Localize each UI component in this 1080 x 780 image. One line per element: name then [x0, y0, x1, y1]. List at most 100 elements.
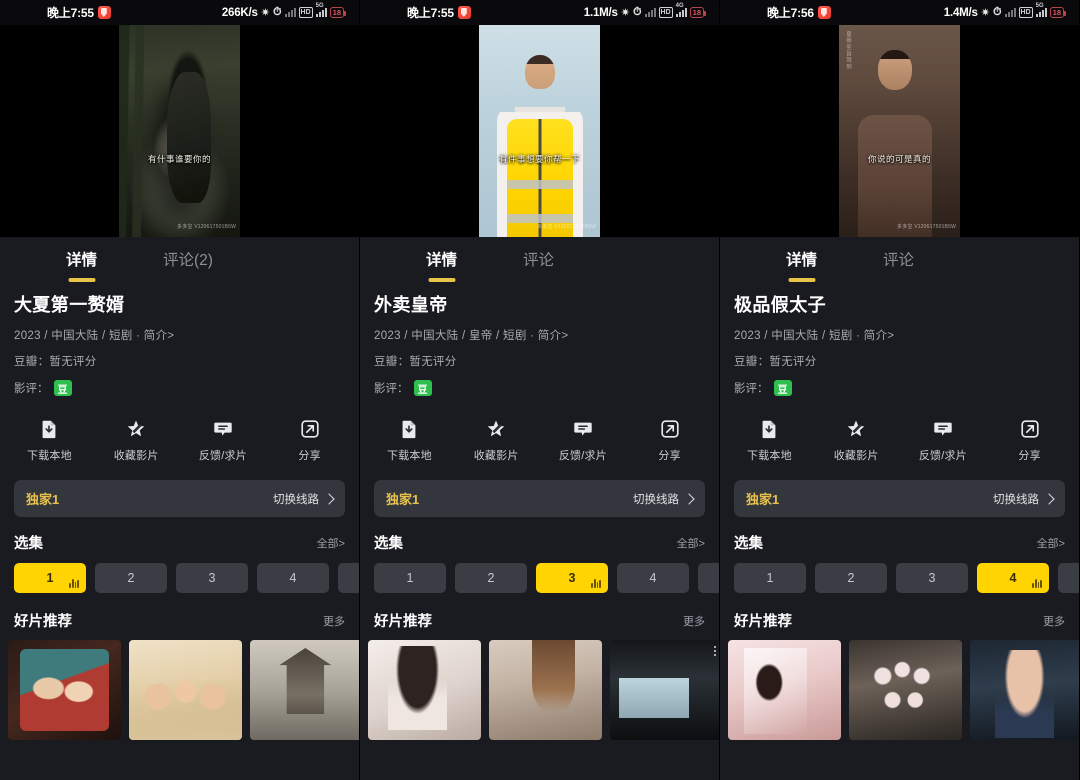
video-player[interactable]: 有件事想要你帮一下 多多宝 V120617501B5W	[479, 25, 600, 237]
movie-meta: 极品假太子 2023 / 中国大陆 / 短剧 · 简介> 豆瓣：暂无评分 影评：…	[720, 283, 1079, 396]
status-bar: 晚上7:55 1.1M/s ✷ ⏱ HD 4G 18	[360, 0, 719, 25]
signal-bars-icon	[1004, 8, 1016, 17]
episodes-all-button[interactable]: 全部>	[317, 535, 345, 551]
route-switch-bar[interactable]: 独家1 切换线路	[374, 480, 705, 517]
episode-button[interactable]: 2	[455, 563, 527, 593]
recommend-more-button[interactable]: 更多	[1043, 613, 1065, 629]
status-bar-right: 1.4M/s ✷ ⏱ HD 5G 18	[944, 3, 1070, 19]
action-star[interactable]: 收藏影片	[813, 418, 900, 463]
detail-tabs: 详情 评论	[360, 237, 719, 283]
action-star[interactable]: 收藏影片	[453, 418, 540, 463]
route-switch-bar[interactable]: 独家1 切换线路	[734, 480, 1065, 517]
episode-button[interactable]: 1	[14, 563, 86, 593]
movie-info-line[interactable]: 2023 / 中国大陆 / 短剧 · 简介>	[734, 327, 1065, 343]
action-feedback[interactable]: 反馈/求片	[180, 418, 267, 463]
recommend-card[interactable]	[250, 640, 359, 740]
recommend-card[interactable]	[129, 640, 242, 740]
recommend-list[interactable]	[720, 631, 1079, 740]
recommend-card[interactable]	[970, 640, 1079, 740]
tab-detail[interactable]: 详情	[786, 248, 817, 273]
episode-button[interactable]: 5	[1058, 563, 1079, 593]
switch-route-button[interactable]: 切换线路	[993, 491, 1055, 507]
video-player[interactable]: 皇帝圣旨驾到 你说的可是真的 多多宝 V120617501B5W	[839, 25, 960, 237]
movie-review[interactable]: 影评： 豆	[374, 380, 705, 396]
action-share[interactable]: 分享	[626, 418, 713, 463]
recommend-card[interactable]	[368, 640, 481, 740]
recommend-card[interactable]	[610, 640, 719, 740]
action-download[interactable]: 下载本地	[6, 418, 93, 463]
action-share[interactable]: 分享	[986, 418, 1073, 463]
movie-info-line[interactable]: 2023 / 中国大陆 / 皇帝 / 短剧 · 简介>	[374, 327, 705, 343]
mobile-network-icon: 5G	[1035, 3, 1047, 17]
episode-button[interactable]: 2	[815, 563, 887, 593]
tab-detail[interactable]: 详情	[66, 248, 97, 273]
episode-button[interactable]: 4	[617, 563, 689, 593]
movie-review[interactable]: 影评： 豆	[734, 380, 1065, 396]
episode-number: 1	[766, 571, 774, 585]
movie-review[interactable]: 影评： 豆	[14, 380, 345, 396]
tab-comments[interactable]: 评论(2)	[163, 248, 213, 273]
episode-list[interactable]: 1 2 3 4 5	[720, 553, 1079, 593]
movie-info-line[interactable]: 2023 / 中国大陆 / 短剧 · 简介>	[14, 327, 345, 343]
notification-app-icon	[457, 6, 471, 19]
mobile-network-icon: 4G	[675, 3, 687, 17]
episode-button[interactable]: 2	[95, 563, 167, 593]
tab-detail[interactable]: 详情	[426, 248, 457, 273]
playing-wave-icon	[69, 578, 79, 588]
recommend-more-button[interactable]: 更多	[683, 613, 705, 629]
action-share[interactable]: 分享	[266, 418, 353, 463]
share-icon	[299, 418, 321, 440]
feedback-icon	[572, 418, 594, 440]
action-download[interactable]: 下载本地	[366, 418, 453, 463]
episode-list[interactable]: 1 2 3 4 5	[360, 553, 719, 593]
movie-rating: 豆瓣：暂无评分	[734, 356, 817, 368]
movie-rating: 豆瓣：暂无评分	[374, 356, 457, 368]
route-switch-bar[interactable]: 独家1 切换线路	[14, 480, 345, 517]
status-bar-left: 晚上7:56	[729, 4, 831, 21]
episode-list[interactable]: 1 2 3 4 5	[0, 553, 359, 593]
video-stage[interactable]: 有件事想要你帮一下 多多宝 V120617501B5W	[360, 25, 719, 237]
video-watermark: 多多宝 V120617501B5W	[177, 224, 236, 230]
recommend-card[interactable]	[728, 640, 841, 740]
episodes-all-button[interactable]: 全部>	[677, 535, 705, 551]
douban-chip-icon[interactable]: 豆	[53, 380, 72, 396]
recommend-card[interactable]	[489, 640, 602, 740]
star-icon	[485, 418, 507, 440]
action-feedback[interactable]: 反馈/求片	[540, 418, 627, 463]
status-bar: 晚上7:55 266K/s ✷ ⏱ HD 5G 18	[0, 0, 359, 25]
video-stage[interactable]: 有什事谁要你的 多多宝 V120617501B5W	[0, 25, 359, 237]
video-stage[interactable]: 皇帝圣旨驾到 你说的可是真的 多多宝 V120617501B5W	[720, 25, 1079, 237]
episode-button[interactable]: 1	[374, 563, 446, 593]
download-icon	[758, 418, 780, 440]
video-player[interactable]: 有什事谁要你的 多多宝 V120617501B5W	[119, 25, 240, 237]
alarm-icon: ⏱	[992, 6, 1002, 18]
episode-button[interactable]: 4	[257, 563, 329, 593]
tab-comments[interactable]: 评论	[523, 248, 554, 273]
douban-chip-icon[interactable]: 豆	[413, 380, 432, 396]
episode-button[interactable]: 3	[176, 563, 248, 593]
episode-button[interactable]: 3	[536, 563, 608, 593]
status-bar-left: 晚上7:55	[369, 4, 471, 21]
action-label: 分享	[658, 450, 681, 462]
action-download[interactable]: 下载本地	[726, 418, 813, 463]
switch-route-button[interactable]: 切换线路	[633, 491, 695, 507]
recommend-list[interactable]	[360, 631, 719, 740]
more-dots-icon[interactable]	[714, 646, 716, 658]
recommend-list[interactable]	[0, 631, 359, 740]
recommend-card[interactable]	[8, 640, 121, 740]
episode-button[interactable]: 1	[734, 563, 806, 593]
network-speed: 266K/s	[221, 6, 258, 19]
episode-button[interactable]: 4	[977, 563, 1049, 593]
recommend-card[interactable]	[849, 640, 962, 740]
episode-button[interactable]: 5	[698, 563, 719, 593]
tab-comments[interactable]: 评论	[883, 248, 914, 273]
episodes-title: 选集	[734, 536, 763, 552]
switch-route-button[interactable]: 切换线路	[273, 491, 335, 507]
episode-button[interactable]: 5	[338, 563, 359, 593]
episodes-all-button[interactable]: 全部>	[1037, 535, 1065, 551]
action-star[interactable]: 收藏影片	[93, 418, 180, 463]
douban-chip-icon[interactable]: 豆	[773, 380, 792, 396]
action-feedback[interactable]: 反馈/求片	[900, 418, 987, 463]
recommend-more-button[interactable]: 更多	[323, 613, 345, 629]
episode-button[interactable]: 3	[896, 563, 968, 593]
